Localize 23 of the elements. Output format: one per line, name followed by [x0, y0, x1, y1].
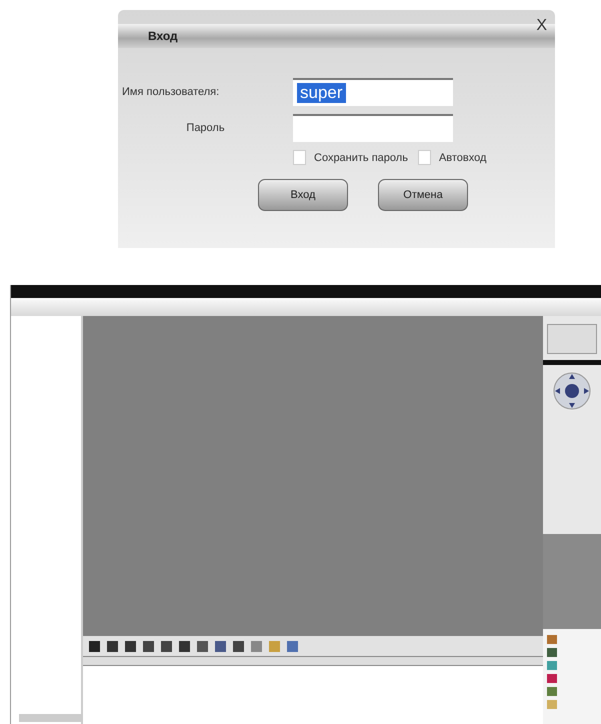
checkbox-label[interactable]: Сохранить пароль: [293, 150, 408, 165]
field-label: Пароль: [186, 122, 225, 134]
input-field[interactable]: super: [293, 78, 453, 106]
dialog-button[interactable]: Вход: [258, 179, 348, 211]
checkbox[interactable]: [418, 150, 431, 165]
toolbar-icon[interactable]: [233, 640, 244, 652]
close-button[interactable]: X: [536, 17, 547, 35]
toolbar-icon[interactable]: [161, 640, 172, 652]
dialog-button[interactable]: Отмена: [378, 179, 468, 211]
input-field[interactable]: [293, 114, 453, 142]
checkbox[interactable]: [293, 150, 306, 165]
preset-box: [547, 324, 597, 354]
checkbox-label[interactable]: Автовход: [418, 150, 486, 165]
toolbar-icon[interactable]: [89, 640, 100, 652]
toolbar-icon[interactable]: [197, 640, 208, 652]
toolbar-icon[interactable]: [143, 640, 154, 652]
direction-pad-icon[interactable]: [552, 371, 592, 411]
toolbar-icon[interactable]: [107, 640, 118, 652]
dialog-title: Вход: [148, 29, 178, 43]
scroll-bar[interactable]: [19, 714, 81, 722]
field-label: Имя пользователя:: [121, 86, 220, 98]
toolbar-icon[interactable]: [179, 640, 190, 652]
toolbar-icon[interactable]: [125, 640, 136, 652]
